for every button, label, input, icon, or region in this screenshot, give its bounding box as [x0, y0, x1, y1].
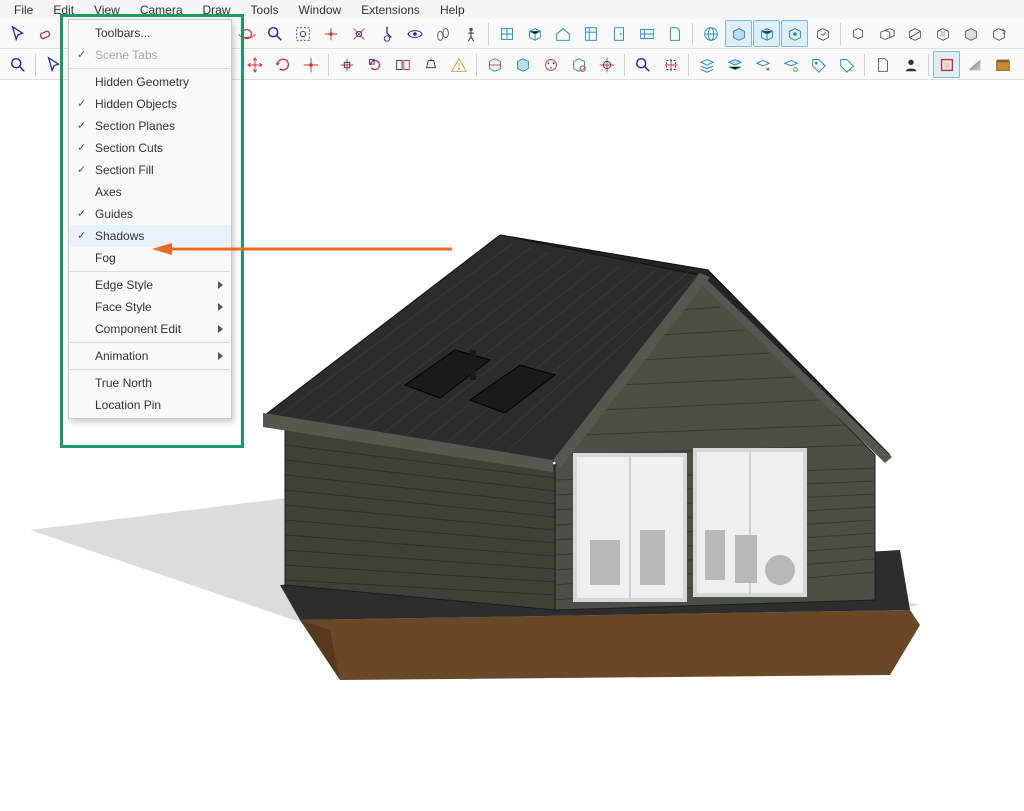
- frame-icon[interactable]: [933, 51, 960, 78]
- zoom2-icon[interactable]: [629, 51, 656, 78]
- component1-icon[interactable]: [725, 20, 752, 47]
- cursor-icon[interactable]: [4, 20, 31, 47]
- inspect-icon[interactable]: [565, 51, 592, 78]
- scale-icon[interactable]: [297, 51, 324, 78]
- menu-item-toolbars[interactable]: Toolbars...: [69, 22, 231, 44]
- tag2-icon[interactable]: [833, 51, 860, 78]
- component2-icon[interactable]: [753, 20, 780, 47]
- solid4-icon[interactable]: [929, 20, 956, 47]
- tag-icon[interactable]: [805, 51, 832, 78]
- gradient-icon[interactable]: [961, 51, 988, 78]
- menu-file[interactable]: File: [4, 1, 43, 19]
- menu-edit[interactable]: Edit: [43, 1, 84, 19]
- zoom-icon[interactable]: [4, 51, 31, 78]
- target-icon[interactable]: [317, 20, 344, 47]
- menu-item-hidden-geometry[interactable]: Hidden Geometry: [69, 71, 231, 93]
- component3-icon[interactable]: [781, 20, 808, 47]
- menu-window[interactable]: Window: [289, 1, 352, 19]
- target3-icon[interactable]: [593, 51, 620, 78]
- new-doc-icon[interactable]: [869, 51, 896, 78]
- archive-icon[interactable]: [989, 51, 1016, 78]
- menu-item-section-planes[interactable]: ✓Section Planes: [69, 115, 231, 137]
- folder-icon[interactable]: [1017, 51, 1024, 78]
- move-icon[interactable]: [241, 51, 268, 78]
- menu-help[interactable]: Help: [430, 1, 475, 19]
- zoom-icon[interactable]: [261, 20, 288, 47]
- menu-item-edge-style[interactable]: Edge Style: [69, 274, 231, 296]
- walk-icon[interactable]: [429, 20, 456, 47]
- component4-icon[interactable]: [809, 20, 836, 47]
- menu-item-true-north[interactable]: True North: [69, 372, 231, 394]
- extrude-icon[interactable]: [417, 51, 444, 78]
- menu-item-location-pin[interactable]: Location Pin: [69, 394, 231, 416]
- flip-icon[interactable]: [389, 51, 416, 78]
- warn-icon[interactable]: [445, 51, 472, 78]
- move2-icon[interactable]: [333, 51, 360, 78]
- user-icon[interactable]: [897, 51, 924, 78]
- building-icon[interactable]: [493, 20, 520, 47]
- section-icon[interactable]: [481, 51, 508, 78]
- menubar: File Edit View Camera Draw Tools Window …: [0, 0, 1024, 20]
- layers-icon[interactable]: [693, 51, 720, 78]
- eye-icon[interactable]: [401, 20, 428, 47]
- plan-icon[interactable]: [633, 20, 660, 47]
- menu-item-guides[interactable]: ✓Guides: [69, 203, 231, 225]
- solid5-icon[interactable]: [957, 20, 984, 47]
- menu-tools[interactable]: Tools: [241, 1, 289, 19]
- solid3-icon[interactable]: [901, 20, 928, 47]
- menu-item-face-style[interactable]: Face Style: [69, 296, 231, 318]
- menu-item-hidden-objects[interactable]: ✓Hidden Objects: [69, 93, 231, 115]
- menu-item-scene-tabs[interactable]: ✓Scene Tabs: [69, 44, 231, 66]
- menu-draw[interactable]: Draw: [193, 1, 241, 19]
- solid1-icon[interactable]: [845, 20, 872, 47]
- solid2-icon[interactable]: [873, 20, 900, 47]
- eraser-icon[interactable]: [32, 20, 59, 47]
- menu-item-axes[interactable]: Axes: [69, 181, 231, 203]
- box-icon[interactable]: [521, 20, 548, 47]
- door-icon[interactable]: [605, 20, 632, 47]
- house-icon[interactable]: [549, 20, 576, 47]
- position-cam-icon[interactable]: [373, 20, 400, 47]
- zoom-window-icon[interactable]: [289, 20, 316, 47]
- menu-item-component-edit[interactable]: Component Edit: [69, 318, 231, 340]
- person-icon[interactable]: [457, 20, 484, 47]
- layers4-icon[interactable]: [777, 51, 804, 78]
- doc-icon[interactable]: [661, 20, 688, 47]
- layers2-icon[interactable]: [721, 51, 748, 78]
- globe-icon[interactable]: [697, 20, 724, 47]
- paint-icon[interactable]: [537, 51, 564, 78]
- view-menu: Toolbars... ✓Scene Tabs Hidden Geometry …: [68, 19, 232, 419]
- layers3-icon[interactable]: [749, 51, 776, 78]
- menu-item-shadows[interactable]: ✓Shadows: [69, 225, 231, 247]
- menu-item-section-fill[interactable]: ✓Section Fill: [69, 159, 231, 181]
- menu-item-fog[interactable]: Fog: [69, 247, 231, 269]
- section-fill-icon[interactable]: [509, 51, 536, 78]
- menu-extensions[interactable]: Extensions: [351, 1, 430, 19]
- menu-item-animation[interactable]: Animation: [69, 345, 231, 367]
- solid6-icon[interactable]: [985, 20, 1012, 47]
- orbit-icon[interactable]: [233, 20, 260, 47]
- zoom-selection-icon[interactable]: [657, 51, 684, 78]
- window-icon[interactable]: [577, 20, 604, 47]
- cursor-icon[interactable]: [40, 51, 67, 78]
- rotate-icon[interactable]: [269, 51, 296, 78]
- menu-view[interactable]: View: [84, 1, 130, 19]
- menu-camera[interactable]: Camera: [130, 1, 193, 19]
- rotate2-icon[interactable]: [361, 51, 388, 78]
- target2-icon[interactable]: [345, 20, 372, 47]
- menu-item-section-cuts[interactable]: ✓Section Cuts: [69, 137, 231, 159]
